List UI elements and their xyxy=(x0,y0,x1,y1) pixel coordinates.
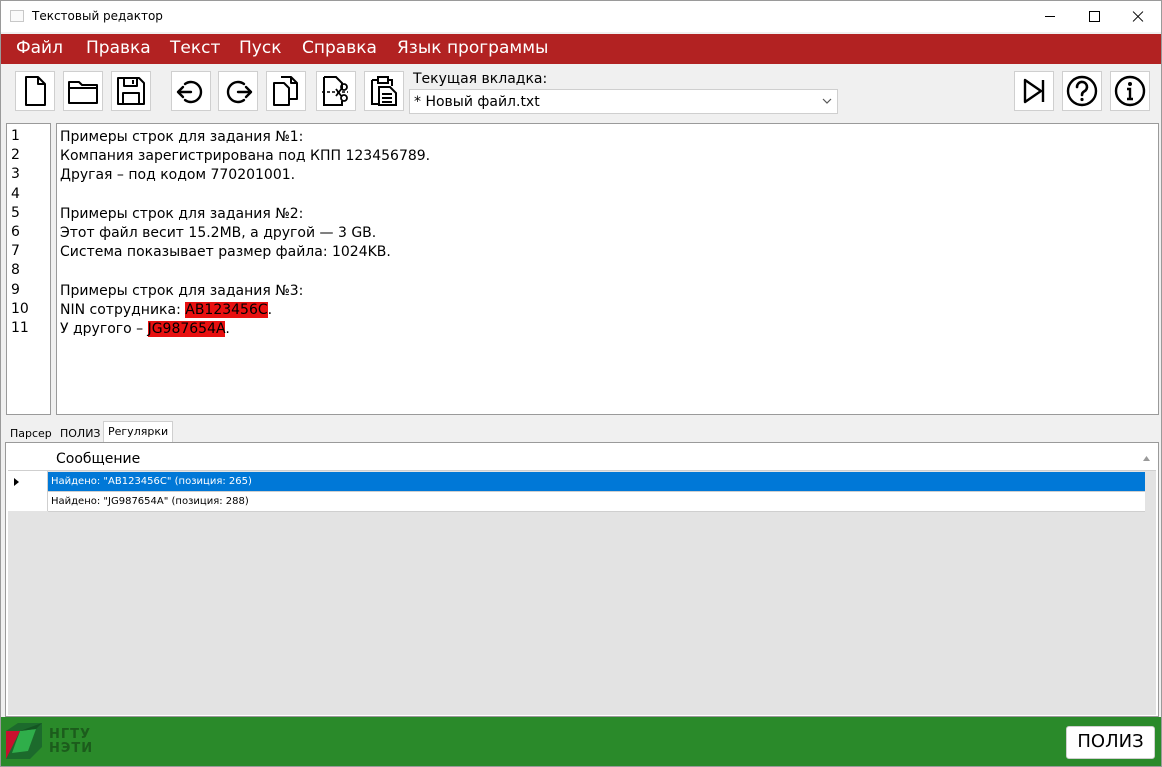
redo-icon xyxy=(226,80,253,104)
line-text: У другого – xyxy=(60,320,148,337)
footer-bar: НГТУ НЭТИ ПОЛИЗ xyxy=(1,717,1161,766)
menu-bar: Файл Правка Текст Пуск Справка Язык прог… xyxy=(1,34,1161,64)
tab-parser[interactable]: Парсер xyxy=(10,423,52,443)
results-panel: Сообщение Найдено: "AB123456C" (позиция:… xyxy=(5,442,1159,717)
regex-match-highlight: AB123456C xyxy=(185,301,268,318)
info-button[interactable] xyxy=(1110,71,1150,111)
open-folder-icon xyxy=(68,81,98,104)
grid-header[interactable]: Сообщение xyxy=(8,445,1156,471)
text-editor[interactable]: Примеры строк для задания №1: Компания з… xyxy=(56,123,1159,415)
column-header-message: Сообщение xyxy=(56,451,141,467)
app-icon xyxy=(10,10,24,22)
line-text: . xyxy=(267,301,273,318)
app-window: Текстовый редактор Файл Правка Текст Пус… xyxy=(0,0,1162,767)
editor-line: Система показывает размер файла: 1024KB. xyxy=(60,244,391,261)
line-number: 5 xyxy=(11,204,20,221)
tab-regex[interactable]: Регулярки xyxy=(103,421,174,443)
menu-language[interactable]: Язык программы xyxy=(397,38,548,58)
editor-line: Компания зарегистрирована под КПП 123456… xyxy=(60,148,431,165)
sort-ascending-icon xyxy=(1143,456,1150,461)
title-bar: Текстовый редактор xyxy=(1,1,1161,32)
undo-icon xyxy=(176,80,203,104)
line-number: 8 xyxy=(11,262,20,279)
line-number: 10 xyxy=(11,300,29,317)
paste-icon xyxy=(371,76,397,106)
paste-button[interactable] xyxy=(364,71,404,111)
line-number: 9 xyxy=(11,281,20,298)
poliz-button[interactable]: ПОЛИЗ xyxy=(1066,726,1155,759)
line-number: 1 xyxy=(11,128,20,144)
line-text: NIN сотрудника: xyxy=(60,301,186,318)
line-number: 4 xyxy=(11,185,20,202)
window-title: Текстовый редактор xyxy=(32,9,163,23)
line-number-gutter: 1 2 3 4 5 6 7 8 9 10 11 xyxy=(6,123,51,415)
cut-icon xyxy=(322,76,348,106)
redo-button[interactable] xyxy=(218,71,258,111)
results-grid: Сообщение Найдено: "AB123456C" (позиция:… xyxy=(8,445,1156,715)
line-number: 2 xyxy=(11,147,20,164)
help-button[interactable] xyxy=(1062,71,1102,111)
save-icon xyxy=(117,77,145,105)
open-folder-button[interactable] xyxy=(63,71,103,111)
table-row[interactable]: Найдено: "JG987654A" (позиция: 288) xyxy=(48,492,1145,512)
chevron-down-icon xyxy=(822,98,832,104)
new-file-button[interactable] xyxy=(15,71,55,111)
run-button[interactable] xyxy=(1014,71,1054,111)
menu-edit[interactable]: Правка xyxy=(86,38,151,58)
university-logo-icon xyxy=(6,723,42,759)
maximize-button[interactable] xyxy=(1071,1,1117,32)
editor-line: NIN сотрудника: AB123456C. xyxy=(60,301,1158,320)
menu-file[interactable]: Файл xyxy=(16,38,63,58)
menu-help[interactable]: Справка xyxy=(302,38,377,58)
current-tab-value: * Новый файл.txt xyxy=(414,94,540,110)
editor-line: Примеры строк для задания №1: xyxy=(60,129,304,145)
tab-poliz[interactable]: ПОЛИЗ xyxy=(60,423,100,443)
logo-text-line1: НГТУ xyxy=(49,727,92,742)
line-number: 6 xyxy=(11,223,20,240)
editor-line: Этот файл весит 15.2MB, а другой — 3 GB. xyxy=(60,224,377,241)
current-tab-label: Текущая вкладка: xyxy=(413,71,548,87)
editor-line: Другая – под кодом 770201001. xyxy=(60,167,296,184)
editor-line: Примеры строк для задания №2: xyxy=(60,205,304,222)
info-icon xyxy=(1114,75,1146,107)
line-text: . xyxy=(225,320,230,337)
menu-run[interactable]: Пуск xyxy=(239,38,281,58)
line-number: 3 xyxy=(11,166,20,183)
menu-text[interactable]: Текст xyxy=(170,38,220,58)
help-icon xyxy=(1066,75,1098,107)
run-icon xyxy=(1023,78,1045,104)
current-row-pointer-icon xyxy=(14,478,19,486)
save-button[interactable] xyxy=(111,71,151,111)
current-tab-select[interactable]: * Новый файл.txt xyxy=(409,89,838,114)
undo-button[interactable] xyxy=(171,71,211,111)
minimize-button[interactable] xyxy=(1027,1,1073,32)
line-number: 7 xyxy=(11,243,20,260)
copy-icon xyxy=(273,76,298,106)
regex-match-highlight: JG987654A xyxy=(147,320,226,337)
close-button[interactable] xyxy=(1115,1,1161,32)
new-file-icon xyxy=(25,76,46,106)
editor-line: У другого – JG987654A. xyxy=(60,320,1158,339)
editor-line: Примеры строк для задания №3: xyxy=(60,282,304,299)
table-row[interactable]: Найдено: "AB123456C" (позиция: 265) xyxy=(48,472,1145,492)
line-number: 11 xyxy=(11,319,29,336)
cut-button[interactable] xyxy=(316,71,356,111)
copy-button[interactable] xyxy=(266,71,306,111)
logo-text-line2: НЭТИ xyxy=(49,741,94,756)
